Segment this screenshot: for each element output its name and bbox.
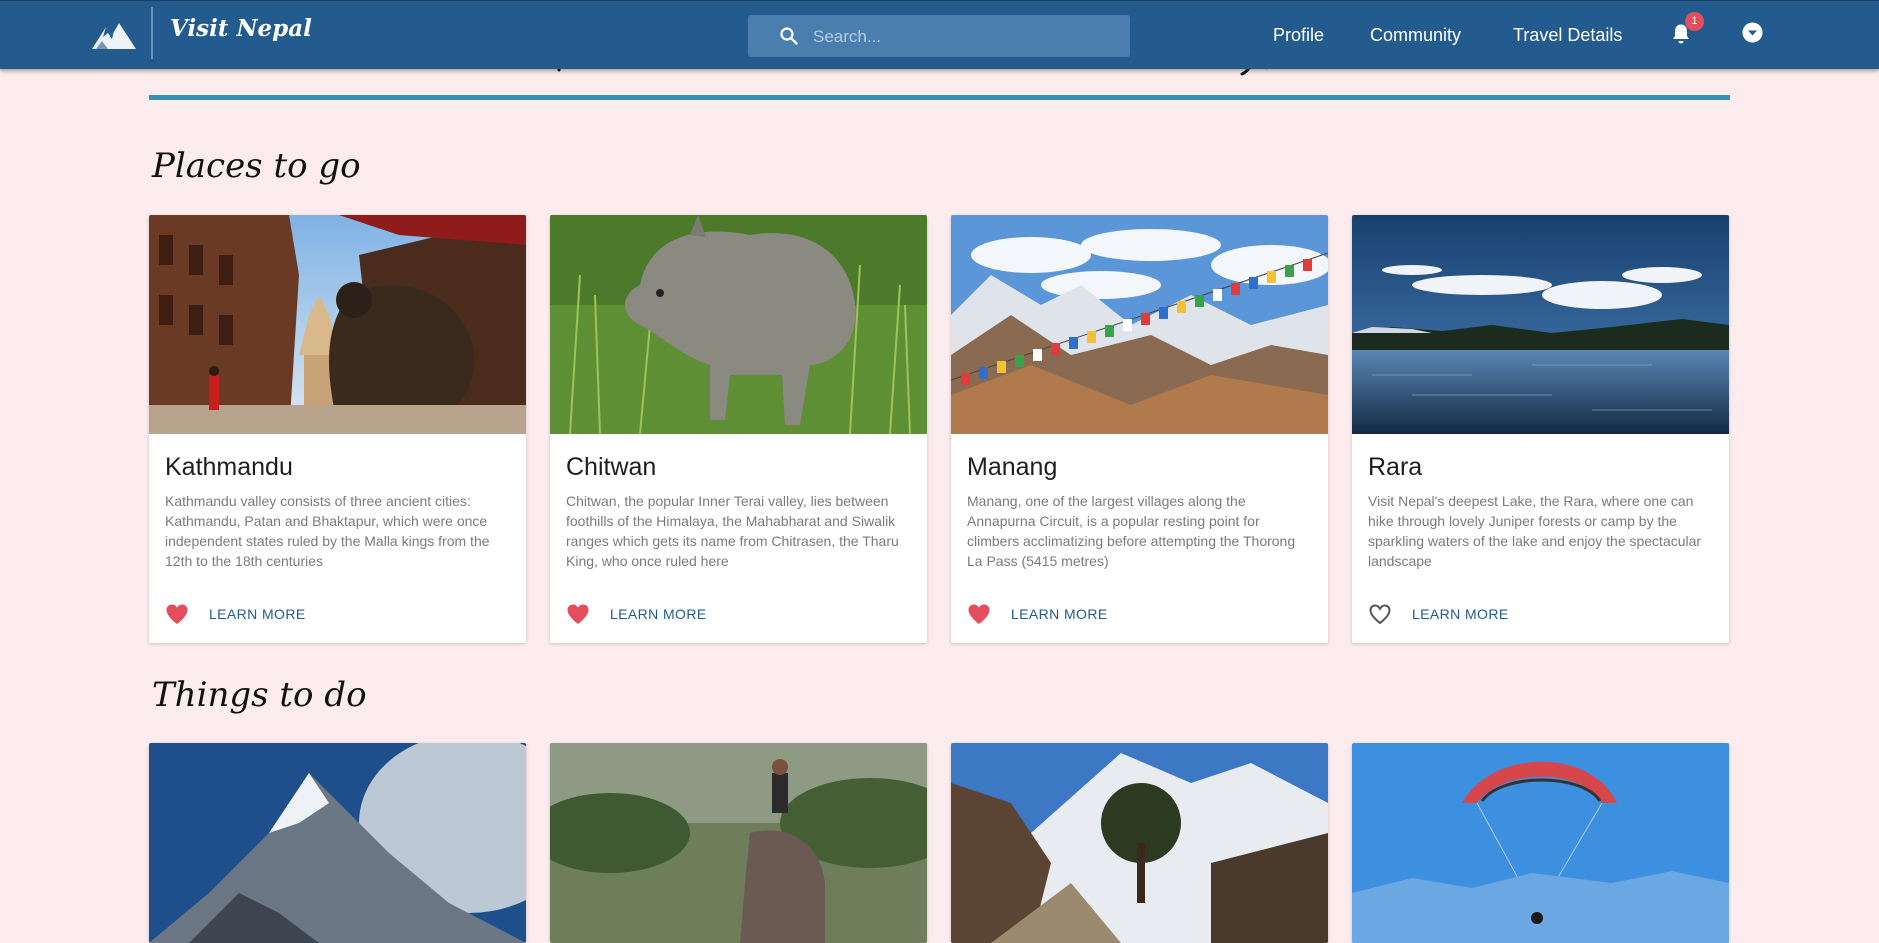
place-card-description: Kathmandu valley consists of three ancie… [165, 493, 490, 569]
learn-more-button[interactable]: LEARN MORE [1412, 606, 1509, 622]
place-card-chitwan: Chitwan Chitwan, the popular Inner Terai… [550, 215, 927, 643]
section-divider [149, 95, 1730, 100]
place-card-description: Visit Nepal's deepest Lake, the Rara, wh… [1368, 493, 1702, 569]
heart-filled-icon[interactable] [566, 603, 590, 625]
learn-more-button[interactable]: LEARN MORE [1011, 606, 1108, 622]
heart-filled-icon[interactable] [165, 603, 189, 625]
brand-name[interactable]: Visit Nepal [170, 15, 312, 42]
heart-outline-icon[interactable] [1368, 603, 1392, 625]
search-bar[interactable] [748, 15, 1130, 57]
trekking-photo [951, 743, 1328, 943]
mountain-logo-icon[interactable] [92, 19, 136, 51]
places-section-title: Places to go [152, 146, 361, 186]
activity-card-mountain[interactable] [149, 743, 526, 943]
place-card-rara: Rara Visit Nepal's deepest Lake, the Rar… [1352, 215, 1729, 643]
nav-travel-details-link[interactable]: Travel Details [1513, 25, 1622, 46]
place-card-title: Kathmandu [165, 453, 293, 481]
nav-profile-link[interactable]: Profile [1273, 25, 1324, 46]
place-card-title: Manang [967, 453, 1058, 481]
search-icon [780, 27, 798, 45]
place-card-description: Chitwan, the popular Inner Terai valley,… [566, 493, 899, 569]
place-card-kathmandu: Kathmandu Kathmandu valley consists of t… [149, 215, 526, 643]
learn-more-button[interactable]: LEARN MORE [209, 606, 306, 622]
logo-divider [151, 7, 153, 59]
place-card-manang: Manang Manang, one of the largest villag… [951, 215, 1328, 643]
kathmandu-photo[interactable] [149, 215, 526, 434]
paragliding-photo [1352, 743, 1729, 943]
navbar: Visit Nepal Profile Community Travel Det… [0, 0, 1879, 69]
place-card-description: Manang, one of the largest villages alon… [967, 493, 1296, 569]
notification-badge: 1 [1685, 12, 1704, 31]
nav-community-link[interactable]: Community [1370, 25, 1461, 46]
heart-filled-icon[interactable] [967, 603, 991, 625]
place-card-title: Chitwan [566, 453, 657, 481]
learn-more-button[interactable]: LEARN MORE [610, 606, 707, 622]
activity-card-trekking[interactable] [951, 743, 1328, 943]
place-card-title: Rara [1368, 453, 1423, 481]
activity-card-elephant-safari[interactable] [550, 743, 927, 943]
rara-photo[interactable] [1352, 215, 1729, 434]
search-input[interactable] [811, 23, 1115, 51]
activity-card-paragliding[interactable] [1352, 743, 1729, 943]
chevron-down-circle-icon[interactable] [1742, 22, 1763, 43]
mountain-photo [149, 743, 526, 943]
things-section-title: Things to do [152, 675, 367, 715]
manang-photo[interactable] [951, 215, 1328, 434]
elephant-safari-photo [550, 743, 927, 943]
chitwan-photo[interactable] [550, 215, 927, 434]
